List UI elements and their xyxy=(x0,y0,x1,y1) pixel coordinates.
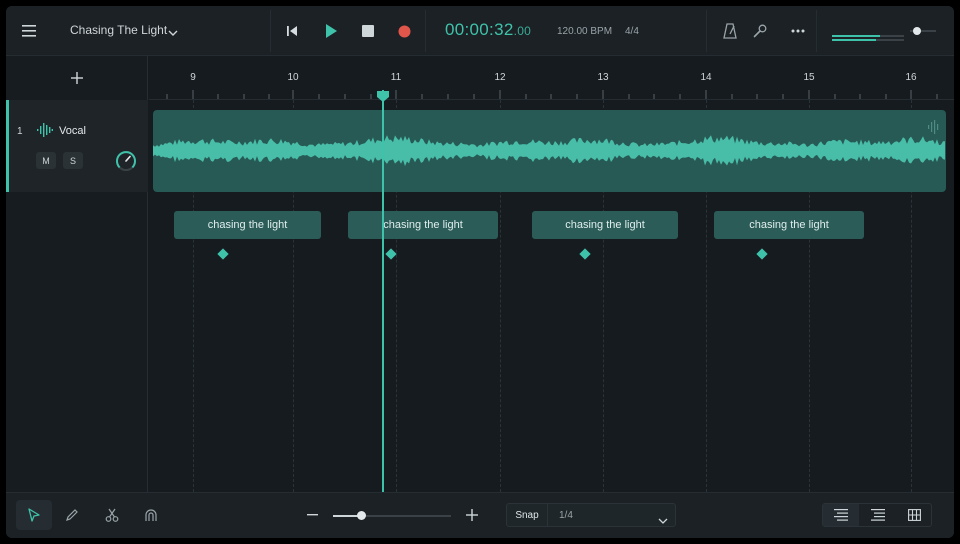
time-frac: .00 xyxy=(513,24,532,38)
record-icon[interactable] xyxy=(395,22,413,40)
bar-number: 16 xyxy=(905,72,917,83)
chevron-down-icon xyxy=(658,512,668,530)
track-number: 1 xyxy=(17,126,23,137)
skip-back-icon[interactable] xyxy=(283,22,301,40)
volume-thumb[interactable] xyxy=(913,27,921,35)
pencil-tool-icon[interactable] xyxy=(62,505,82,525)
clip-handle-icon[interactable] xyxy=(927,120,939,139)
volume-knob[interactable] xyxy=(115,150,137,177)
time-display: 00:00:32.00 xyxy=(445,20,531,40)
lyric-block[interactable]: chasing the light xyxy=(714,211,864,239)
snap-select[interactable]: 1/4 xyxy=(547,503,676,527)
bar-number: 10 xyxy=(287,72,299,83)
level-meter xyxy=(832,28,904,41)
divider xyxy=(816,10,817,52)
track-name[interactable]: Vocal xyxy=(59,125,86,137)
snap-label[interactable]: Snap xyxy=(506,503,548,527)
grid-view-icon[interactable] xyxy=(896,504,932,526)
metronome-icon[interactable] xyxy=(720,21,740,41)
add-track-icon[interactable] xyxy=(67,68,87,88)
top-bar: Chasing The Light 00:00:32.00 120.00 BPM… xyxy=(6,6,954,56)
pointer-tool-icon[interactable] xyxy=(16,500,52,530)
scissors-tool-icon[interactable] xyxy=(102,505,122,525)
lyric-block[interactable]: chasing the light xyxy=(174,211,321,239)
stop-icon[interactable] xyxy=(359,22,377,40)
timeline[interactable]: 9 10 11 12 13 14 15 16 chasing the light… xyxy=(149,56,954,492)
marker-diamond[interactable] xyxy=(579,248,591,260)
wrench-icon[interactable] xyxy=(750,21,770,41)
waveform-icon xyxy=(37,123,53,142)
project-title[interactable]: Chasing The Light xyxy=(70,23,167,37)
playhead-line[interactable] xyxy=(382,90,384,492)
zoom-slider-thumb[interactable] xyxy=(357,511,366,520)
align-left-view-icon[interactable] xyxy=(823,504,859,526)
waveform xyxy=(153,135,945,167)
zoom-out-icon[interactable] xyxy=(303,506,321,524)
time-main: 00:00:32 xyxy=(445,20,514,39)
snap-value: 1/4 xyxy=(559,510,573,521)
divider xyxy=(706,10,707,52)
play-icon[interactable] xyxy=(321,21,341,41)
marker-diamond[interactable] xyxy=(385,248,397,260)
playhead-handle[interactable] xyxy=(377,90,389,108)
zoom-in-icon[interactable] xyxy=(463,506,481,524)
track-panel: 1 Vocal M S xyxy=(6,56,148,492)
track-header-vocal[interactable]: 1 Vocal M S xyxy=(6,100,148,192)
bottom-toolbar: Snap 1/4 xyxy=(6,492,954,538)
ruler[interactable]: 9 10 11 12 13 14 15 16 xyxy=(149,56,954,100)
bar-number: 12 xyxy=(494,72,506,83)
bar-number: 14 xyxy=(700,72,712,83)
bar-number: 13 xyxy=(597,72,609,83)
mute-button[interactable]: M xyxy=(36,152,56,169)
bar-number: 15 xyxy=(803,72,815,83)
solo-button[interactable]: S xyxy=(63,152,83,169)
lyric-block[interactable]: chasing the light xyxy=(532,211,678,239)
bar-number: 11 xyxy=(390,72,402,83)
marker-diamond[interactable] xyxy=(217,248,229,260)
daw-window: Chasing The Light 00:00:32.00 120.00 BPM… xyxy=(6,6,954,538)
view-mode-group xyxy=(822,503,932,527)
menu-icon[interactable] xyxy=(18,20,40,42)
audio-clip[interactable] xyxy=(153,110,946,192)
tempo-display[interactable]: 120.00 BPM xyxy=(557,26,612,37)
bar-number: 9 xyxy=(190,72,196,83)
transport-controls xyxy=(270,10,426,52)
more-icon[interactable] xyxy=(787,21,809,41)
time-signature[interactable]: 4/4 xyxy=(625,26,639,37)
ruler-ticks xyxy=(166,90,938,99)
chevron-down-icon[interactable] xyxy=(168,24,178,42)
align-right-view-icon[interactable] xyxy=(860,504,896,526)
magnet-icon[interactable] xyxy=(141,505,161,525)
lyric-block[interactable]: chasing the light xyxy=(348,211,498,239)
marker-diamond[interactable] xyxy=(756,248,768,260)
